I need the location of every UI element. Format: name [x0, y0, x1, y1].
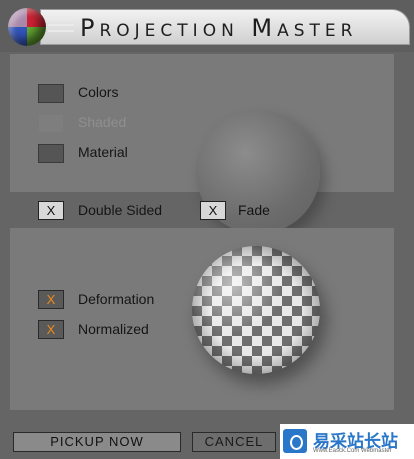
double-sided-checkbox[interactable]: X	[38, 201, 64, 220]
double-sided-label: Double Sided	[78, 202, 163, 218]
projection-master-logo-icon	[8, 8, 46, 46]
title-bar: Projection Master	[0, 0, 414, 52]
watermark-logo-icon	[283, 429, 307, 453]
fade-label: Fade	[238, 202, 270, 218]
fade-checkbox[interactable]: X	[200, 201, 226, 220]
shaded-label: Shaded	[78, 114, 127, 130]
logo-lines-icon	[48, 18, 74, 40]
colors-checkbox[interactable]	[38, 84, 64, 103]
shaded-checkbox	[38, 114, 64, 133]
material-label: Material	[78, 144, 128, 160]
checker-sphere-preview-icon	[192, 246, 320, 374]
window-title: Projection Master	[80, 14, 358, 42]
colors-label: Colors	[78, 84, 119, 100]
projection-master-dialog: Projection Master Colors Shaded Material…	[0, 0, 414, 459]
shading-options-panel: Colors Shaded Material	[10, 54, 394, 234]
watermark-subtext: Www.Easck.Com Webmaster	[313, 448, 392, 454]
normalized-label: Normalized	[78, 321, 149, 337]
normalized-checkbox[interactable]: X	[38, 320, 64, 339]
deformation-options-panel: X Deformation X Normalized	[10, 228, 394, 410]
material-checkbox[interactable]	[38, 144, 64, 163]
cancel-button[interactable]: CANCEL	[192, 432, 276, 452]
pickup-now-button[interactable]: PICKUP NOW	[13, 432, 181, 452]
deformation-label: Deformation	[78, 291, 155, 307]
watermark: 易采站长站 Www.Easck.Com Webmaster	[280, 424, 414, 459]
deformation-checkbox[interactable]: X	[38, 290, 64, 309]
